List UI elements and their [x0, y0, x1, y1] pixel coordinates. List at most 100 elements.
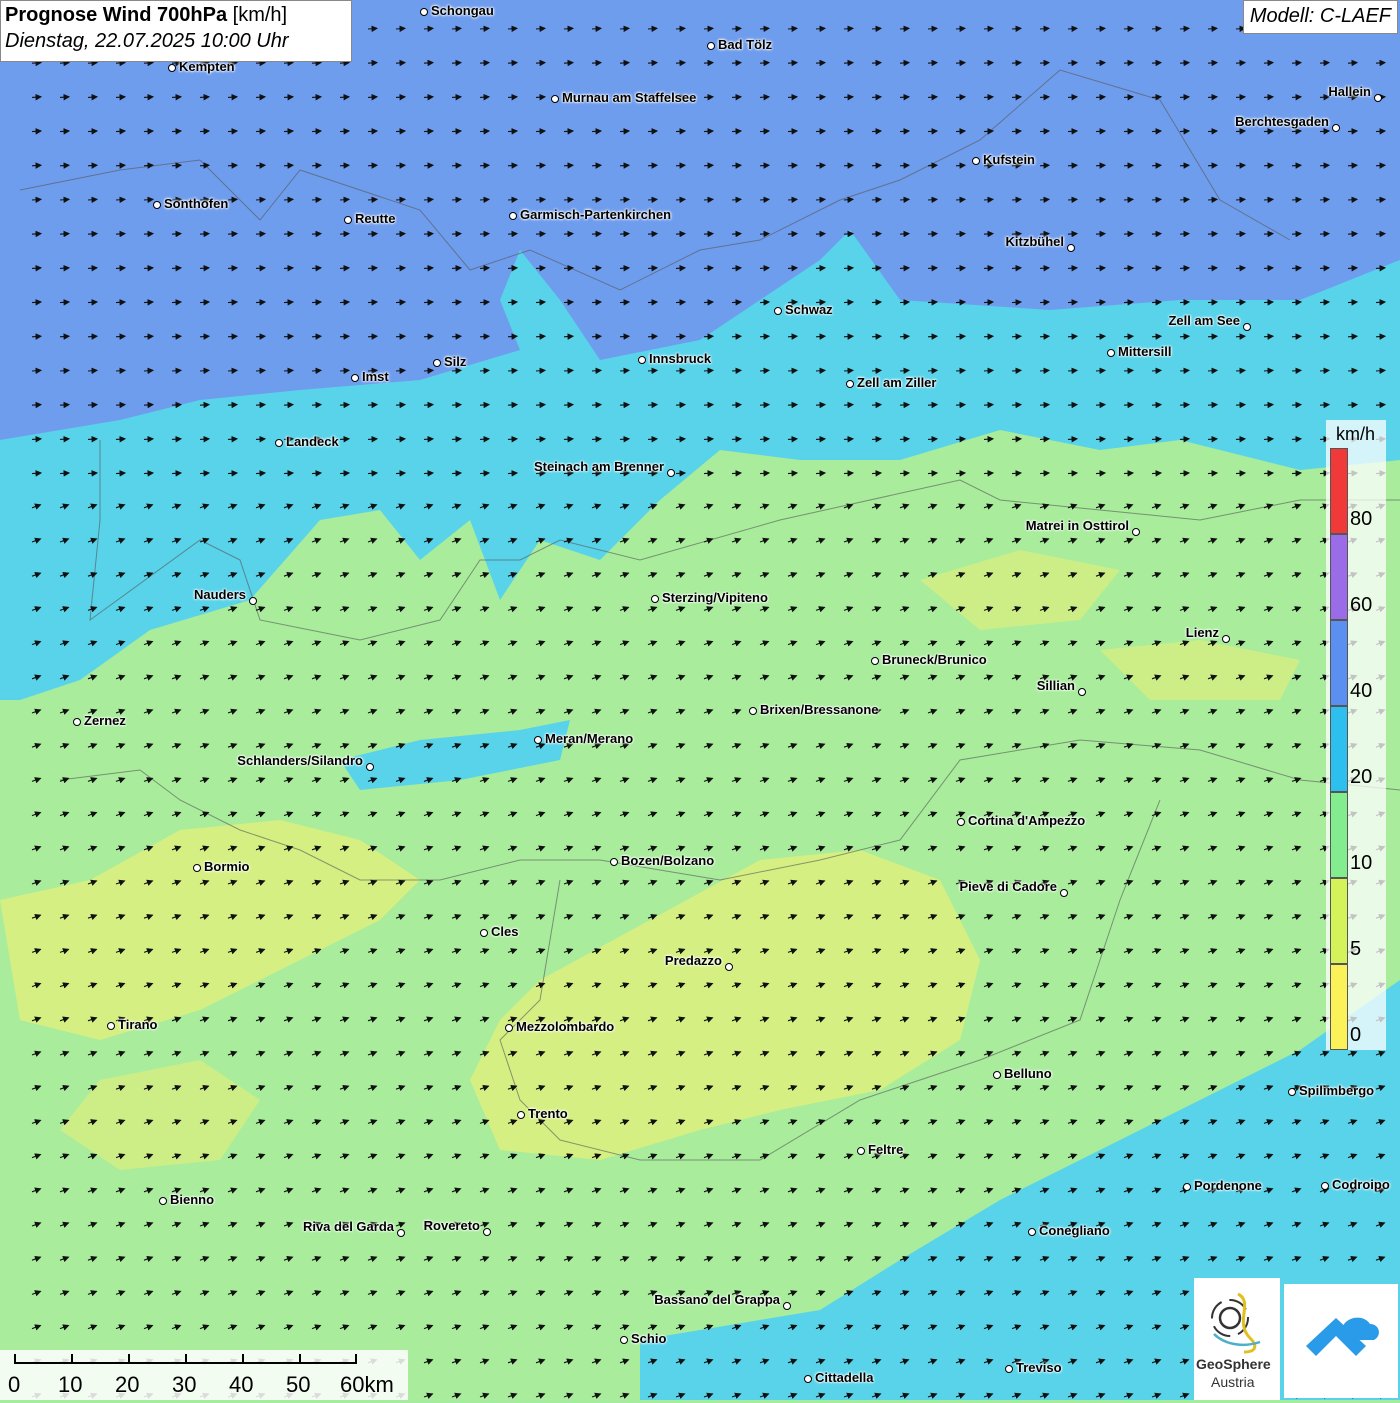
- city-marker-icon: [846, 380, 854, 388]
- wind-arrow: [115, 128, 127, 135]
- wind-arrow: [451, 25, 463, 33]
- wind-arrow: [143, 299, 155, 306]
- city-label: Hallein: [1328, 84, 1371, 99]
- wind-arrow: [143, 470, 155, 477]
- wind-arrow: [507, 264, 519, 272]
- scale-label: 30: [172, 1372, 197, 1397]
- legend-unit: km/h: [1336, 424, 1376, 444]
- city-label: Codroipo: [1332, 1177, 1390, 1192]
- wind-arrow: [955, 435, 967, 443]
- city-label: Pordenone: [1194, 1178, 1262, 1193]
- wind-arrow: [1011, 299, 1023, 306]
- wind-arrow: [339, 367, 351, 375]
- wind-arrow: [983, 264, 995, 272]
- wind-arrow: [815, 196, 827, 204]
- wind-arrow: [395, 230, 407, 238]
- wind-arrow: [367, 230, 379, 238]
- wind-arrow: [703, 93, 715, 101]
- wind-arrow: [1235, 401, 1247, 409]
- wind-arrow: [1179, 59, 1191, 67]
- wind-arrow: [1235, 196, 1247, 204]
- city-marker-icon: [667, 469, 675, 477]
- title-bold: Prognose Wind 700hPa: [5, 4, 228, 26]
- wind-arrow: [255, 264, 267, 272]
- wind-arrow: [115, 196, 127, 204]
- wind-arrow: [479, 128, 491, 135]
- wind-arrow: [1235, 128, 1247, 135]
- wind-arrow: [815, 367, 827, 375]
- geosphere-mark-icon: [1211, 1292, 1261, 1354]
- wind-arrow: [787, 128, 799, 135]
- wind-arrow: [731, 196, 743, 204]
- wind-arrow: [731, 367, 743, 375]
- wind-arrow: [115, 299, 127, 306]
- wind-arrow: [507, 128, 519, 135]
- wind-arrow: [171, 333, 183, 340]
- wind-arrow: [1207, 93, 1219, 101]
- city-marker-icon: [783, 1302, 791, 1310]
- wind-arrow: [591, 59, 603, 67]
- wind-arrow: [1039, 333, 1051, 340]
- wind-arrow: [899, 162, 911, 169]
- wind-arrow: [535, 128, 547, 135]
- city-marker-icon: [638, 356, 646, 364]
- geosphere-logo[interactable]: GeoSphere Austria: [1194, 1278, 1280, 1400]
- wind-arrow: [367, 299, 379, 306]
- scale-label: 10: [58, 1372, 83, 1397]
- wind-arrow: [311, 264, 323, 272]
- wind-arrow: [87, 299, 99, 306]
- wind-arrow: [1067, 25, 1079, 33]
- wind-arrow: [283, 196, 295, 204]
- wind-arrow: [675, 196, 687, 204]
- wind-arrow: [1039, 128, 1051, 135]
- wind-arrow: [899, 25, 911, 33]
- wind-arrow: [899, 59, 911, 67]
- city-label: Zell am See: [1168, 313, 1240, 328]
- wind-arrow: [815, 162, 827, 169]
- wind-arrow: [339, 162, 351, 169]
- wind-arrow: [395, 93, 407, 101]
- wind-arrow: [451, 333, 463, 340]
- city-label: Trento: [528, 1106, 568, 1121]
- wind-arrow: [1095, 59, 1107, 67]
- scale-label: 40: [229, 1372, 254, 1397]
- wind-arrow: [703, 196, 715, 204]
- wind-arrow: [899, 470, 911, 477]
- city-label: Schlanders/Silandro: [237, 753, 363, 768]
- wind-arrow: [59, 196, 71, 204]
- wind-arrow: [563, 25, 575, 33]
- wind-arrow: [1123, 264, 1135, 272]
- wind-arrow: [227, 367, 239, 375]
- wind-arrow: [1263, 435, 1275, 443]
- wind-arrow: [955, 162, 967, 169]
- wind-arrow: [647, 333, 659, 340]
- city-marker-icon: [957, 818, 965, 826]
- wind-arrow: [1095, 128, 1107, 135]
- wind-arrow: [423, 162, 435, 169]
- wind-arrow: [647, 401, 659, 409]
- wind-arrow: [787, 367, 799, 375]
- wind-arrow: [199, 299, 211, 306]
- wind-arrow: [199, 401, 211, 409]
- wind-arrow: [871, 299, 883, 306]
- wind-arrow: [1039, 367, 1051, 375]
- wind-arrow: [31, 435, 43, 443]
- wind-arrow: [1151, 470, 1163, 477]
- wind-arrow: [479, 470, 491, 477]
- wind-arrow: [395, 196, 407, 204]
- wind-arrow: [1235, 162, 1247, 169]
- wind-arrow: [815, 470, 827, 477]
- city-label: Riva del Garda: [302, 1219, 394, 1234]
- city-marker-icon: [1078, 688, 1086, 696]
- wind-arrow: [115, 93, 127, 101]
- wind-arrow: [1207, 59, 1219, 67]
- app-logo[interactable]: [1284, 1284, 1398, 1398]
- scale-tick: [128, 1354, 130, 1364]
- wind-arrow: [255, 470, 267, 477]
- wind-arrow: [927, 367, 939, 375]
- model-label: Modell: C-LAEF: [1242, 0, 1398, 34]
- wind-arrow: [703, 25, 715, 33]
- wind-arrow: [787, 435, 799, 443]
- legend-seg-80-plus: [1330, 448, 1348, 534]
- wind-arrow: [479, 299, 491, 306]
